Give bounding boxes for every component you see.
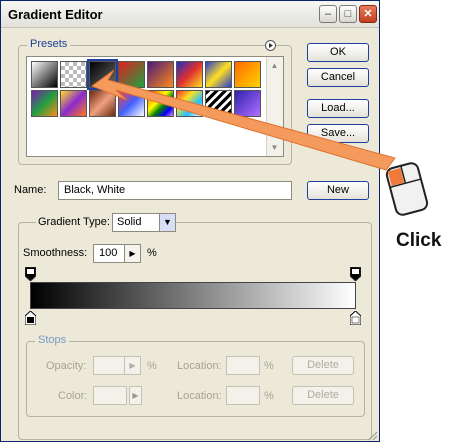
click-caption: Click: [396, 230, 442, 251]
orange-arrow-icon: [90, 69, 396, 171]
mouse-left-click-icon: [385, 162, 429, 216]
click-arrow-overlay: [90, 69, 396, 171]
mouse-annotation: [383, 159, 431, 222]
